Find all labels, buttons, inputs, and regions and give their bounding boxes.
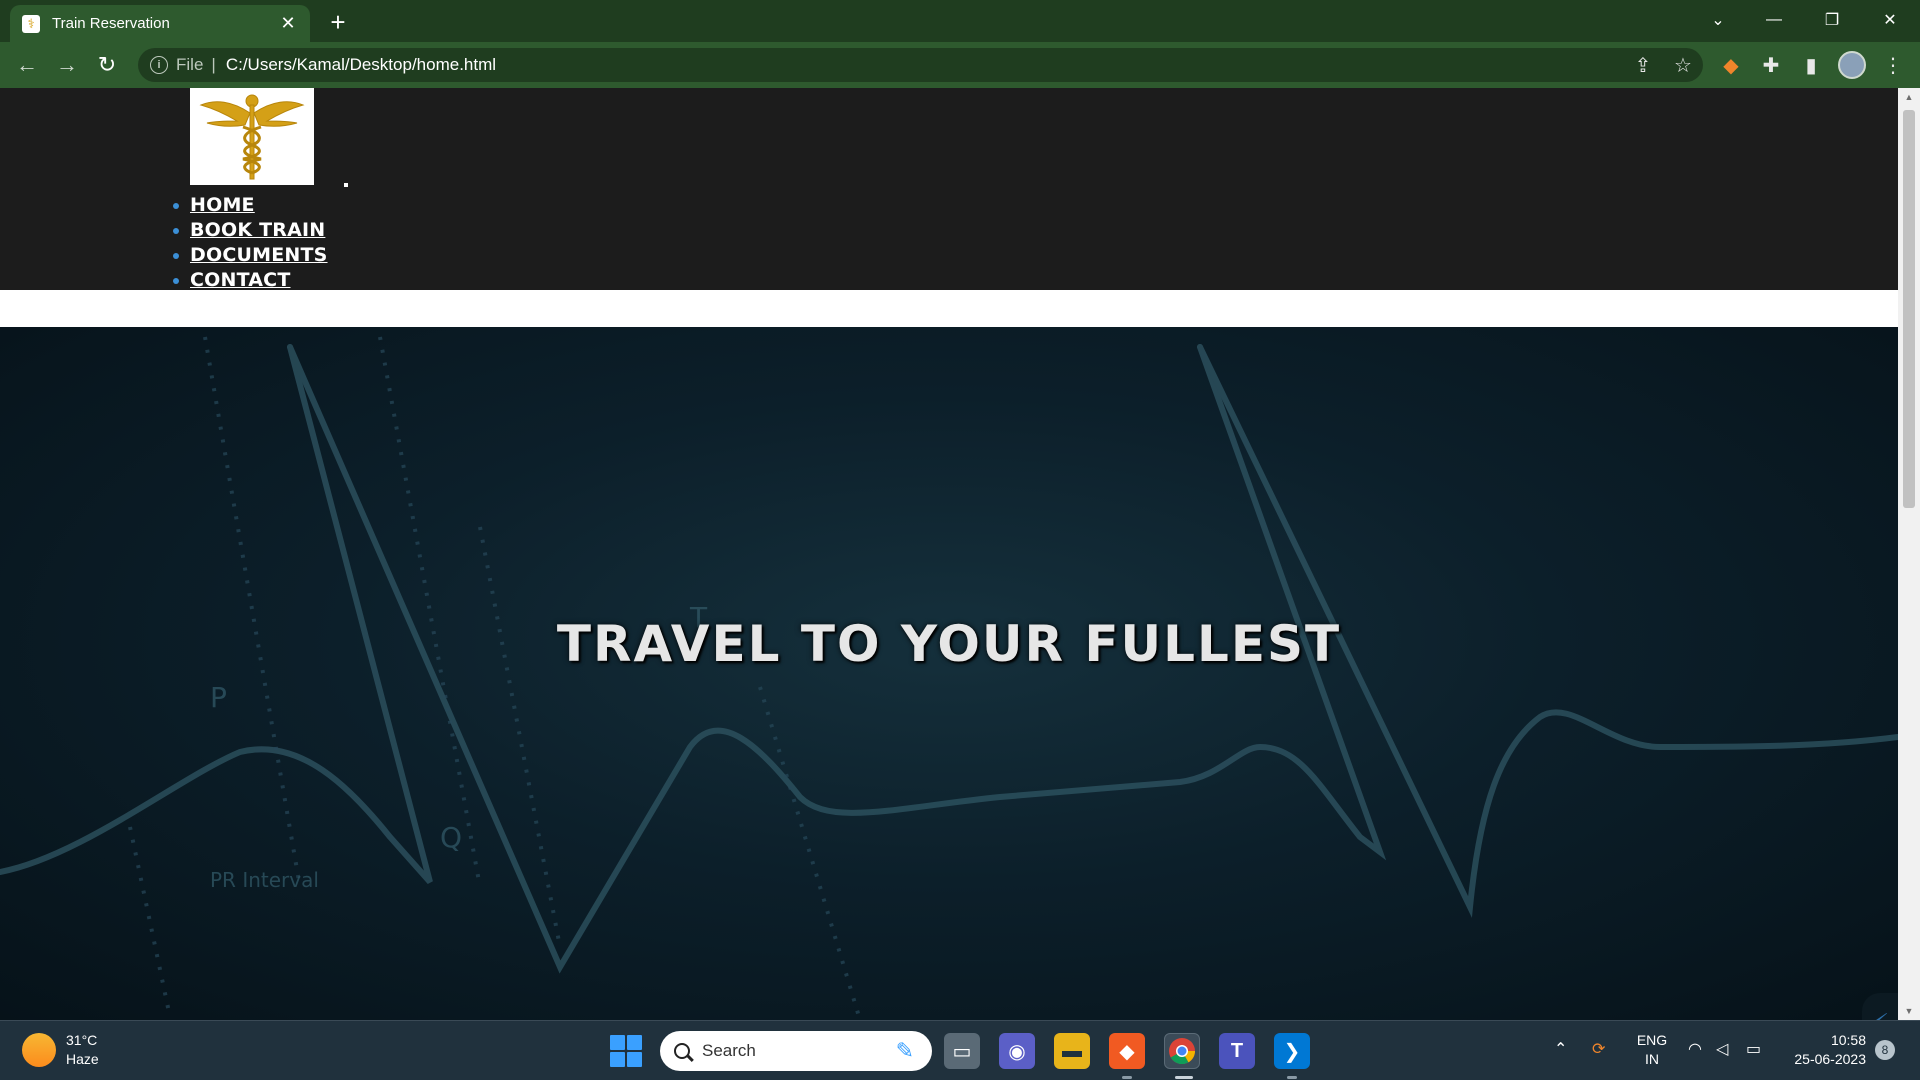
volume-icon[interactable]: ◁: [1716, 1039, 1728, 1059]
svg-text:P: P: [210, 681, 227, 714]
meet-chat-icon[interactable]: ◉: [999, 1033, 1035, 1069]
address-bar[interactable]: i File | C:/Users/Kamal/Desktop/home.htm…: [138, 48, 1703, 82]
page-scrollbar[interactable]: ▲ ▼: [1898, 88, 1920, 1020]
search-highlight-icon: ✎: [895, 1038, 914, 1063]
windows-taskbar: 31°C Haze Search ✎ ▭ ◉ ▬ ◆ T ❯ ⌃ ⟳ ENG I…: [0, 1020, 1920, 1080]
wifi-icon[interactable]: ◠: [1688, 1039, 1702, 1059]
search-icon: [674, 1043, 690, 1059]
caduceus-favicon-icon: ⚕: [22, 14, 40, 33]
browser-tab[interactable]: ⚕ Train Reservation ✕: [10, 5, 310, 42]
close-window-button[interactable]: ✕: [1868, 4, 1912, 36]
forward-arrow-icon[interactable]: →: [52, 50, 82, 80]
language-code: ENG: [1636, 1032, 1668, 1048]
chrome-browser-icon[interactable]: [1164, 1033, 1200, 1069]
page-viewport: HOME BOOK TRAIN DOCUMENTS CONTACT P T Q …: [0, 88, 1898, 1020]
scheme-separator: |: [211, 55, 216, 74]
brave-browser-icon[interactable]: ◆: [1109, 1033, 1145, 1069]
nav-link-book-train[interactable]: BOOK TRAIN: [190, 219, 325, 241]
url-text[interactable]: C:/Users/Kamal/Desktop/home.html: [226, 55, 496, 75]
region-code: IN: [1645, 1051, 1659, 1067]
header-spacer: [0, 290, 1898, 327]
sun-haze-icon: [22, 1033, 56, 1067]
clock[interactable]: 10:58 25-06-2023: [1782, 1031, 1866, 1069]
minimize-button[interactable]: —: [1752, 4, 1796, 36]
file-explorer-icon[interactable]: ▬: [1054, 1033, 1090, 1069]
side-panel-icon[interactable]: ▮: [1796, 50, 1826, 80]
caduceus-logo[interactable]: [190, 88, 314, 185]
site-header: HOME BOOK TRAIN DOCUMENTS CONTACT: [0, 88, 1898, 292]
share-icon[interactable]: ⇪: [1628, 50, 1658, 80]
scroll-down-arrow-icon[interactable]: ▼: [1898, 1002, 1920, 1020]
windows-start-icon[interactable]: [610, 1035, 642, 1067]
taskbar-search[interactable]: Search ✎: [660, 1031, 932, 1071]
bookmark-star-icon[interactable]: ☆: [1668, 50, 1698, 80]
weather-widget[interactable]: 31°C Haze: [22, 1031, 99, 1069]
show-hidden-icons-chevron-icon[interactable]: ⌃: [1554, 1039, 1567, 1059]
floating-sidebar-button[interactable]: ⚡: [1862, 993, 1898, 1020]
close-tab-icon[interactable]: ✕: [278, 13, 298, 34]
scroll-thumb[interactable]: [1903, 110, 1915, 508]
heartbeat-background: P T Q PR Interval: [0, 336, 1898, 1020]
search-label: Search: [702, 1041, 756, 1060]
profile-avatar[interactable]: [1838, 51, 1866, 79]
sync-status-icon[interactable]: ⟳: [1592, 1039, 1605, 1059]
svg-text:Q: Q: [440, 821, 462, 854]
clock-time: 10:58: [1830, 1032, 1866, 1048]
clock-date: 25-06-2023: [1794, 1051, 1866, 1067]
metamask-extension-icon[interactable]: ◆: [1716, 50, 1746, 80]
svg-text:PR Interval: PR Interval: [210, 868, 319, 892]
restore-button[interactable]: ❐: [1810, 4, 1854, 36]
nav-link-contact[interactable]: CONTACT: [190, 269, 291, 291]
nav-item-book-train: BOOK TRAIN: [173, 217, 328, 242]
tab-search-chevron-icon[interactable]: ⌄: [1696, 4, 1740, 36]
hero-title: TRAVEL TO YOUR FULLEST: [556, 615, 1342, 673]
hero-banner: P T Q PR Interval TRAVEL TO YOUR FULLEST…: [0, 327, 1898, 1020]
menu-kebab-icon[interactable]: ⋮: [1878, 50, 1908, 80]
vscode-icon[interactable]: ❯: [1274, 1033, 1310, 1069]
scheme-label: File: [176, 55, 204, 74]
caduceus-logo-icon: [199, 94, 305, 179]
battery-icon[interactable]: ▭: [1746, 1039, 1761, 1059]
notification-badge[interactable]: 8: [1875, 1040, 1895, 1060]
tab-title: Train Reservation: [52, 15, 170, 32]
nav-link-documents[interactable]: DOCUMENTS: [190, 244, 328, 266]
extensions-puzzle-icon[interactable]: ✚: [1756, 50, 1786, 80]
weather-temperature: 31°C: [66, 1032, 98, 1048]
nav-item-home: HOME: [173, 192, 328, 217]
nav-item-documents: DOCUMENTS: [173, 242, 328, 267]
browser-toolbar: ← → ↻ i File | C:/Users/Kamal/Desktop/ho…: [0, 42, 1920, 88]
nav-item-contact: CONTACT: [173, 267, 328, 292]
site-info-icon[interactable]: i: [150, 56, 168, 74]
teams-icon[interactable]: T: [1219, 1033, 1255, 1069]
nav-link-home[interactable]: HOME: [190, 194, 255, 216]
language-indicator[interactable]: ENG IN: [1634, 1031, 1670, 1069]
new-tab-button[interactable]: +: [324, 7, 352, 37]
main-nav: HOME BOOK TRAIN DOCUMENTS CONTACT: [173, 192, 328, 292]
browser-tab-bar: ⚕ Train Reservation ✕ + ⌄ — ❐ ✕: [0, 0, 1920, 42]
logo-dot: [344, 183, 348, 187]
task-view-icon[interactable]: ▭: [944, 1033, 980, 1069]
weather-description: Haze: [66, 1051, 99, 1067]
back-arrow-icon[interactable]: ←: [12, 50, 42, 80]
reload-icon[interactable]: ↻: [92, 50, 122, 80]
scroll-up-arrow-icon[interactable]: ▲: [1898, 88, 1920, 106]
